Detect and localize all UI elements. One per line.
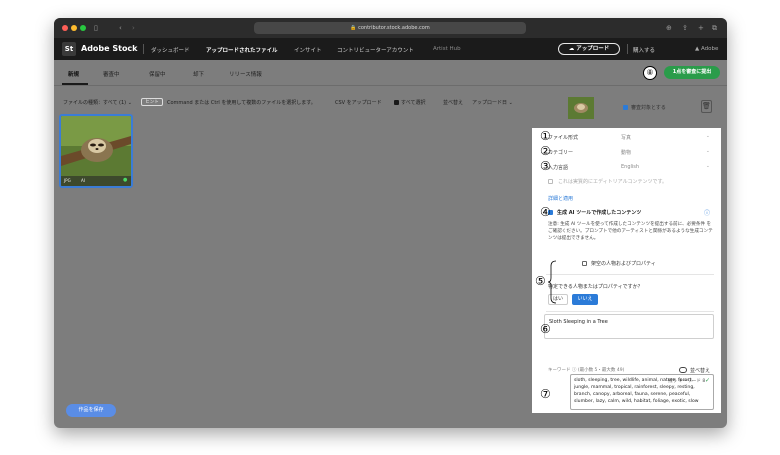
editorial-label: これは実質的にエディトリアルコンテンツです。: [558, 179, 668, 185]
close-window-dot[interactable]: [62, 25, 68, 31]
minimize-window-dot[interactable]: [71, 25, 77, 31]
forward-icon[interactable]: ›: [132, 23, 135, 33]
tabs-overview-icon[interactable]: ⧉: [712, 23, 717, 33]
sort-dropdown[interactable]: アップロード日 ⌄: [472, 99, 513, 106]
metadata-panel: ファイル形式 写真 ⌄ カテゴリー 動物 ⌄ 入力言語 English ⌄ これ…: [532, 128, 721, 413]
keyword-label: キーワード ⓘ (最小数 5・最大数 49): [548, 368, 625, 373]
chevron-down-icon: ⌄: [706, 134, 710, 139]
divider: [546, 274, 714, 275]
url-text: contributor.stock.adobe.com: [358, 25, 430, 31]
new-tab-icon[interactable]: +: [698, 23, 704, 33]
nav-uploaded-files[interactable]: アップロードされたファイル: [206, 46, 278, 54]
tab-pending[interactable]: 保留中: [149, 70, 166, 78]
language-select[interactable]: English: [621, 164, 639, 170]
browser-window: ▯ ‹ › 🔒 contributor.stock.adobe.com ⊕ ⇪ …: [54, 18, 727, 428]
select-for-review-label: 審査対象とする: [631, 105, 666, 111]
maximize-window-dot[interactable]: [80, 25, 86, 31]
tab-new[interactable]: 新規: [68, 70, 79, 78]
download-icon[interactable]: ⊕: [666, 23, 672, 33]
annotation-5: ⑤: [535, 274, 546, 288]
upload-icon: ☁: [568, 46, 575, 52]
annotation-6: ⑥: [540, 322, 551, 336]
active-tab-indicator: [62, 83, 88, 85]
nav-divider: [627, 44, 628, 54]
checkbox-checked-icon[interactable]: [623, 105, 628, 110]
editorial-checkbox[interactable]: [548, 179, 553, 184]
annotation-2: ②: [540, 144, 551, 158]
sort-label: 並べ替え: [443, 100, 464, 106]
file-type-select[interactable]: 写真: [621, 134, 631, 141]
chevron-down-icon: ⌄: [706, 164, 710, 169]
tab-releases[interactable]: リリース情報: [229, 70, 262, 78]
sidebar-icon[interactable]: ▯: [94, 23, 98, 33]
adobe-link[interactable]: ▲ Adobe: [695, 46, 718, 52]
adobe-icon: ▲: [695, 46, 700, 52]
panel-header: 審査対象とする 🗑: [532, 88, 721, 128]
tab-rejected[interactable]: 却下: [193, 70, 204, 78]
thumb-ai-tag: AI: [81, 178, 85, 183]
csv-upload-link[interactable]: CSV をアップロード: [335, 99, 382, 106]
info-icon[interactable]: ⓘ: [704, 208, 710, 217]
divider: [546, 311, 714, 312]
thumb-jpg-tag: JPG: [64, 178, 71, 183]
address-bar[interactable]: 🔒 contributor.stock.adobe.com: [254, 22, 526, 34]
title-input[interactable]: Sloth Sleeping in a Tree: [544, 314, 714, 339]
thumbnail-info-bar: JPG AI ●: [61, 176, 131, 186]
checkmark-icon: ✓: [704, 377, 710, 384]
file-type-filter[interactable]: ファイルの種類：すべて (1) ⌄: [63, 99, 132, 106]
tab-in-review[interactable]: 審査中: [103, 70, 120, 78]
nav-artist-hub[interactable]: Artist Hub: [433, 46, 461, 52]
fictional-label: 架空の人物およびプロパティ: [591, 261, 656, 267]
checkbox-checked-icon: [394, 100, 399, 105]
genai-notice: 注意: 生成 AI ツールを使って作成したコンテンツを提出する前に、必要条件 を…: [548, 222, 713, 241]
buy-link[interactable]: 購入する: [633, 46, 655, 54]
submit-for-review-button[interactable]: 1点を審査に提出: [664, 66, 720, 79]
trash-icon[interactable]: 🗑: [701, 100, 712, 113]
details-link[interactable]: 詳細と適用: [548, 195, 573, 202]
upload-button[interactable]: ☁ アップロード: [558, 43, 620, 55]
brace-icon: [548, 260, 557, 304]
category-select[interactable]: 動物: [621, 149, 631, 156]
sort-toggle-label: 並べ替え: [690, 368, 711, 374]
select-all-label: すべて選択: [401, 100, 426, 106]
select-all-checkbox[interactable]: すべて選択: [394, 99, 425, 106]
annotation-4: ④: [540, 205, 551, 219]
annotation-8: ⑧: [643, 66, 657, 80]
app-header: St Adobe Stock ダッシュボード アップロードされたファイル インサ…: [54, 38, 727, 60]
status-tabs: 新規 審査中 保留中 却下 リリース情報 1点を審査に提出: [54, 60, 727, 86]
multi-select-hint-text: Command または Ctrl を使用して複数のファイルを選択します。: [167, 100, 316, 106]
keywords-text: sloth, sleeping, tree, wildlife, animal,…: [574, 378, 699, 404]
share-icon[interactable]: ⇪: [682, 23, 688, 33]
adobe-stock-logo[interactable]: St: [62, 42, 76, 56]
category-label: カテゴリー: [548, 150, 574, 156]
browser-chrome: ▯ ‹ › 🔒 contributor.stock.adobe.com ⊕ ⇪ …: [54, 18, 727, 38]
sort-toggle-switch[interactable]: [679, 367, 687, 373]
annotation-1: ①: [540, 129, 551, 143]
adobe-link-label: Adobe: [700, 46, 719, 52]
chevron-down-icon: ⌄: [706, 149, 710, 154]
asset-thumbnail[interactable]: JPG AI ●: [59, 114, 133, 188]
back-icon[interactable]: ‹: [119, 23, 122, 33]
hint-badge[interactable]: ヒント: [141, 98, 163, 106]
annotation-3: ③: [540, 159, 551, 173]
language-label: 入力言語: [548, 165, 569, 171]
thumb-status-icon: ●: [123, 177, 128, 183]
upload-label: アップロード: [576, 46, 610, 52]
nav-divider: [143, 44, 144, 54]
no-option-button[interactable]: いいえ: [572, 294, 598, 305]
nav-contributor-account[interactable]: コントリビューターアカウント: [337, 46, 414, 54]
brand-name[interactable]: Adobe Stock: [81, 44, 138, 53]
identifiable-question: 特定できる人物またはプロパティですか？: [548, 284, 643, 290]
annotation-7: ⑦: [540, 387, 551, 401]
nav-insights[interactable]: インサイト: [294, 46, 322, 54]
selected-thumbnail[interactable]: [568, 97, 594, 119]
file-type-label: ファイル形式: [548, 135, 579, 141]
fictional-checkbox[interactable]: [582, 261, 587, 266]
genai-label: 生成 AI ツールで作成したコンテンツ: [557, 210, 642, 216]
save-work-button[interactable]: 作品を保存: [66, 404, 116, 417]
nav-dashboard[interactable]: ダッシュボード: [151, 46, 190, 54]
keywords-textarea[interactable]: sloth, sleeping, tree, wildlife, animal,…: [570, 374, 714, 410]
